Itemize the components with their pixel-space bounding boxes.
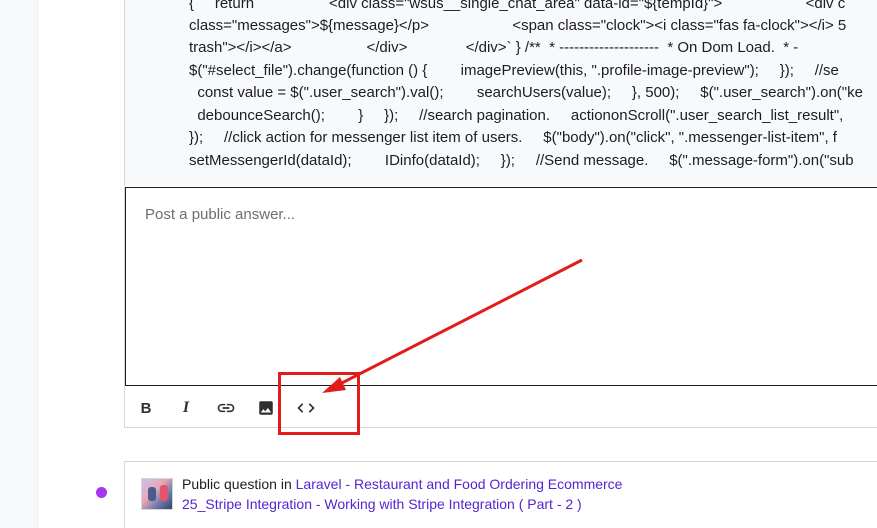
answer-placeholder: Post a public answer...: [145, 206, 296, 223]
lecture-link[interactable]: 25_Stripe Integration - Working with Str…: [182, 496, 582, 512]
question-prefix: Public question in: [182, 476, 296, 492]
question-code-block: { return <div class="wsus__single_chat_a…: [124, 0, 877, 186]
annotation-highlight-box: [278, 372, 360, 435]
avatar: [141, 478, 173, 510]
question-context: Public question in Laravel - Restaurant …: [182, 476, 622, 492]
code-line: debounceSearch(); } }); //search paginat…: [189, 107, 844, 124]
image-icon: [259, 401, 273, 415]
unread-indicator: [96, 487, 107, 498]
code-line: const value = $(".user_search").val(); s…: [189, 84, 863, 101]
question-list-item[interactable]: Public question in Laravel - Restaurant …: [124, 462, 877, 528]
code-line: class="messages">${message}</p> <span cl…: [189, 17, 847, 34]
bold-icon: B: [140, 399, 152, 417]
link-icon: [217, 403, 235, 413]
left-rail: [0, 0, 38, 528]
code-line: $("#select_file").change(function () { i…: [189, 62, 839, 79]
code-line: trash"></i></a> </div> </div>` } /** * -…: [189, 39, 799, 56]
answer-textarea[interactable]: Post a public answer...: [125, 187, 877, 386]
code-line: setMessengerId(dataId); IDinfo(dataId); …: [189, 152, 854, 169]
course-link[interactable]: Laravel - Restaurant and Food Ordering E…: [296, 476, 623, 492]
code-line: }); //click action for messenger list it…: [189, 129, 837, 146]
answer-editor: Post a public answer... B I: [124, 187, 877, 428]
editor-toolbar: B I: [125, 388, 877, 428]
link-button[interactable]: [215, 397, 237, 419]
italic-icon: I: [182, 399, 190, 416]
image-button[interactable]: [255, 397, 277, 419]
italic-button[interactable]: I: [175, 397, 197, 419]
bold-button[interactable]: B: [135, 397, 157, 419]
code-line: { return <div class="wsus__single_chat_a…: [189, 0, 846, 12]
